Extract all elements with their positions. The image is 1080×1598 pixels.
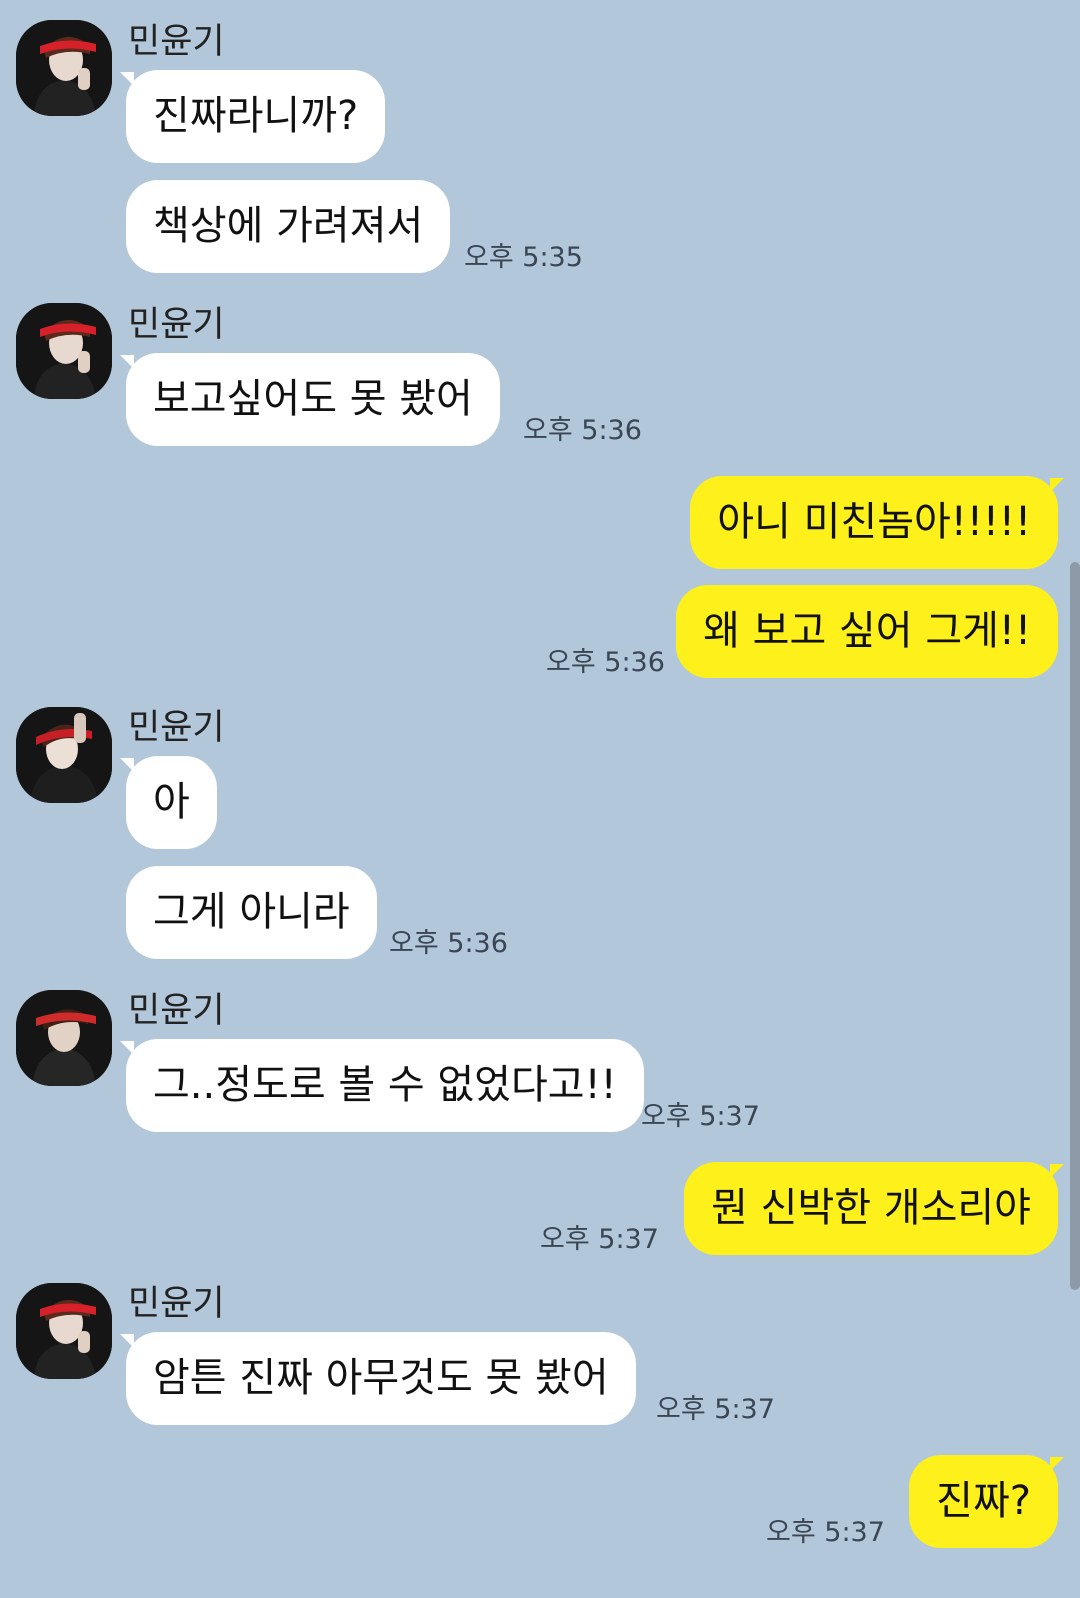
message-bubble-outgoing[interactable]: 아니 미친놈아!!!!! [690,476,1058,569]
message-bubble-incoming[interactable]: 그게 아니라 [126,866,377,959]
message-timestamp: 오후 5:37 [766,1517,885,1548]
message-bubble-incoming[interactable]: 아 [126,756,217,849]
profile-photo-icon [16,20,112,116]
message-timestamp: 오후 5:37 [641,1101,760,1132]
sender-avatar[interactable] [16,303,112,399]
message-timestamp: 오후 5:36 [523,415,642,446]
message-timestamp: 오후 5:36 [389,928,508,959]
message-bubble-outgoing[interactable]: 뭔 신박한 개소리야 [684,1162,1058,1255]
sender-avatar[interactable] [16,707,112,803]
message-bubble-incoming[interactable]: 보고싶어도 못 봤어 [126,353,500,446]
profile-photo-icon [16,303,112,399]
sender-avatar[interactable] [16,20,112,116]
message-bubble-outgoing[interactable]: 진짜? [909,1455,1058,1548]
message-timestamp: 오후 5:36 [546,647,665,678]
sender-avatar[interactable] [16,990,112,1086]
sender-name: 민윤기 [128,22,225,62]
message-bubble-incoming[interactable]: 그..정도로 볼 수 없었다고!! [126,1039,644,1132]
message-bubble-incoming[interactable]: 책상에 가려져서 [126,180,451,273]
message-timestamp: 오후 5:37 [540,1224,659,1255]
sender-name: 민윤기 [128,708,225,748]
profile-photo-icon [16,1283,112,1379]
sender-name: 민윤기 [128,1284,225,1324]
sender-name: 민윤기 [128,305,225,345]
message-bubble-incoming[interactable]: 진짜라니까? [126,70,386,163]
message-timestamp: 오후 5:37 [656,1394,775,1425]
message-bubble-incoming[interactable]: 암튼 진짜 아무것도 못 봤어 [126,1332,636,1425]
profile-photo-icon [16,990,112,1086]
scrollbar-thumb[interactable] [1070,562,1080,1290]
sender-name: 민윤기 [128,991,225,1031]
sender-avatar[interactable] [16,1283,112,1379]
message-bubble-outgoing[interactable]: 왜 보고 싶어 그게!! [676,585,1058,678]
message-timestamp: 오후 5:35 [464,242,583,273]
profile-photo-icon [16,707,112,803]
